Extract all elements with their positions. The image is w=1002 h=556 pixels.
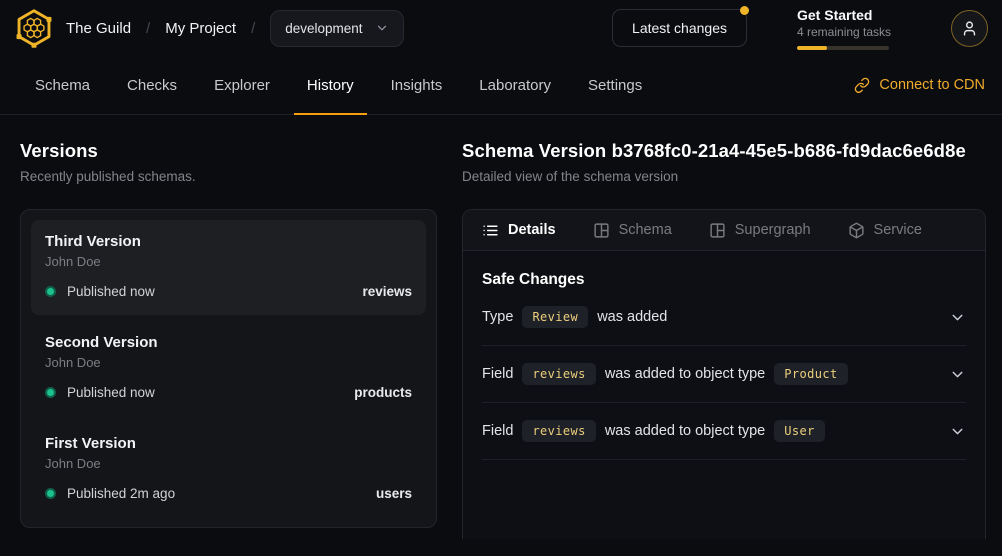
changes-list: Type Review was added Field reviews was added…	[482, 289, 966, 460]
published-dot-icon	[45, 387, 56, 398]
schema-version-title: Schema Version b3768fc0-21a4-45e5-b686-f…	[462, 140, 986, 162]
user-icon	[961, 20, 978, 37]
get-started-subtitle: 4 remaining tasks	[797, 25, 889, 39]
version-status-row: Published now reviews	[45, 284, 412, 299]
change-code-badge: reviews	[522, 420, 595, 442]
breadcrumb-separator: /	[251, 20, 255, 37]
detail-tab-label: Details	[508, 222, 556, 238]
panels-icon	[709, 222, 726, 239]
detail-tab-strip: Details Schema Supergraph Service	[463, 210, 985, 251]
change-row[interactable]: Type Review was added	[482, 289, 966, 346]
detail-tab-schema[interactable]: Schema	[593, 222, 672, 239]
change-prefix: Field	[482, 366, 513, 382]
connect-to-cdn-label: Connect to CDN	[879, 77, 985, 93]
change-description: was added to object type	[605, 366, 765, 382]
change-description: was added to object type	[605, 423, 765, 439]
target-selector-value: development	[285, 21, 362, 36]
detail-tab-service[interactable]: Service	[848, 222, 922, 239]
tab-insights[interactable]: Insights	[391, 56, 443, 114]
guild-hive-logo-icon[interactable]	[14, 8, 54, 48]
get-started-widget[interactable]: Get Started 4 remaining tasks	[797, 7, 889, 50]
chevron-down-icon	[949, 366, 966, 383]
content-area: Versions Recently published schemas. Thi…	[0, 115, 1002, 539]
tab-settings[interactable]: Settings	[588, 56, 642, 114]
breadcrumb-separator: /	[146, 20, 150, 37]
top-header: The Guild / My Project / development Lat…	[0, 0, 1002, 56]
detail-tab-label: Schema	[619, 222, 672, 238]
version-item-first-version[interactable]: First Version John Doe Published 2m ago use…	[31, 422, 426, 517]
tab-history[interactable]: History	[307, 56, 354, 114]
detail-tab-label: Service	[874, 222, 922, 238]
versions-subtitle: Recently published schemas.	[20, 169, 437, 184]
version-author: John Doe	[45, 254, 412, 269]
tab-schema[interactable]: Schema	[35, 56, 90, 114]
version-item-third-version[interactable]: Third Version John Doe Published now review…	[31, 220, 426, 315]
version-status: Published now	[67, 385, 155, 400]
version-author: John Doe	[45, 355, 412, 370]
chevron-down-icon	[949, 423, 966, 440]
change-row[interactable]: Field reviews was added to object type User	[482, 403, 966, 460]
schema-version-detail-card: Details Schema Supergraph Service Safe Chan…	[462, 209, 986, 539]
versions-title: Versions	[20, 140, 437, 162]
latest-changes-button[interactable]: Latest changes	[612, 9, 747, 47]
link-icon	[854, 77, 870, 93]
change-code-badge: User	[774, 420, 825, 442]
get-started-title: Get Started	[797, 7, 889, 23]
schema-version-subtitle: Detailed view of the schema version	[462, 169, 986, 184]
version-author: John Doe	[45, 456, 412, 471]
breadcrumb: The Guild / My Project / development	[66, 10, 404, 47]
get-started-progress-track	[797, 46, 889, 50]
list-icon	[482, 222, 499, 239]
versions-panel: Versions Recently published schemas. Thi…	[0, 115, 462, 539]
app-window: The Guild / My Project / development Lat…	[0, 0, 1002, 556]
chevron-down-icon	[375, 21, 389, 35]
tab-checks[interactable]: Checks	[127, 56, 177, 114]
get-started-progress-fill	[797, 46, 827, 50]
published-dot-icon	[45, 488, 56, 499]
tab-explorer[interactable]: Explorer	[214, 56, 270, 114]
latest-changes-label: Latest changes	[632, 20, 727, 36]
panels-icon	[593, 222, 610, 239]
version-service-name: reviews	[362, 284, 412, 299]
change-prefix: Field	[482, 423, 513, 439]
tab-laboratory[interactable]: Laboratory	[479, 56, 551, 114]
box-icon	[848, 222, 865, 239]
main-nav-tabs: Schema Checks Explorer History Insights Labor…	[35, 56, 642, 114]
main-nav: Schema Checks Explorer History Insights Labor…	[0, 56, 1002, 115]
change-code-badge: Product	[774, 363, 847, 385]
target-selector-dropdown[interactable]: development	[270, 10, 403, 47]
version-name: Second Version	[45, 334, 412, 351]
detail-tab-supergraph[interactable]: Supergraph	[709, 222, 811, 239]
change-prefix: Type	[482, 309, 513, 325]
version-status: Published 2m ago	[67, 486, 175, 501]
published-dot-icon	[45, 286, 56, 297]
detail-tab-details[interactable]: Details	[482, 222, 556, 239]
version-service-name: products	[354, 385, 412, 400]
breadcrumb-org[interactable]: The Guild	[66, 20, 131, 37]
breadcrumb-project[interactable]: My Project	[165, 20, 236, 37]
version-name: First Version	[45, 435, 412, 452]
version-status-row: Published now products	[45, 385, 412, 400]
version-name: Third Version	[45, 233, 412, 250]
version-status: Published now	[67, 284, 155, 299]
connect-to-cdn-link[interactable]: Connect to CDN	[854, 56, 985, 114]
chevron-down-icon	[949, 309, 966, 326]
change-code-badge: reviews	[522, 363, 595, 385]
notification-dot	[740, 6, 749, 15]
detail-tab-label: Supergraph	[735, 222, 811, 238]
versions-list: Third Version John Doe Published now review…	[20, 209, 437, 528]
version-item-second-version[interactable]: Second Version John Doe Published now produ…	[31, 321, 426, 416]
version-status-row: Published 2m ago users	[45, 486, 412, 501]
detail-body: Safe Changes Type Review was added Field rev…	[463, 251, 985, 460]
user-avatar-button[interactable]	[951, 10, 988, 47]
schema-version-panel: Schema Version b3768fc0-21a4-45e5-b686-f…	[462, 115, 1002, 539]
change-description: was added	[597, 309, 667, 325]
change-code-badge: Review	[522, 306, 588, 328]
change-row[interactable]: Field reviews was added to object type Prod…	[482, 346, 966, 403]
header-right-cluster: Latest changes Get Started 4 remaining t…	[612, 7, 988, 50]
safe-changes-heading: Safe Changes	[482, 271, 966, 289]
version-service-name: users	[376, 486, 412, 501]
